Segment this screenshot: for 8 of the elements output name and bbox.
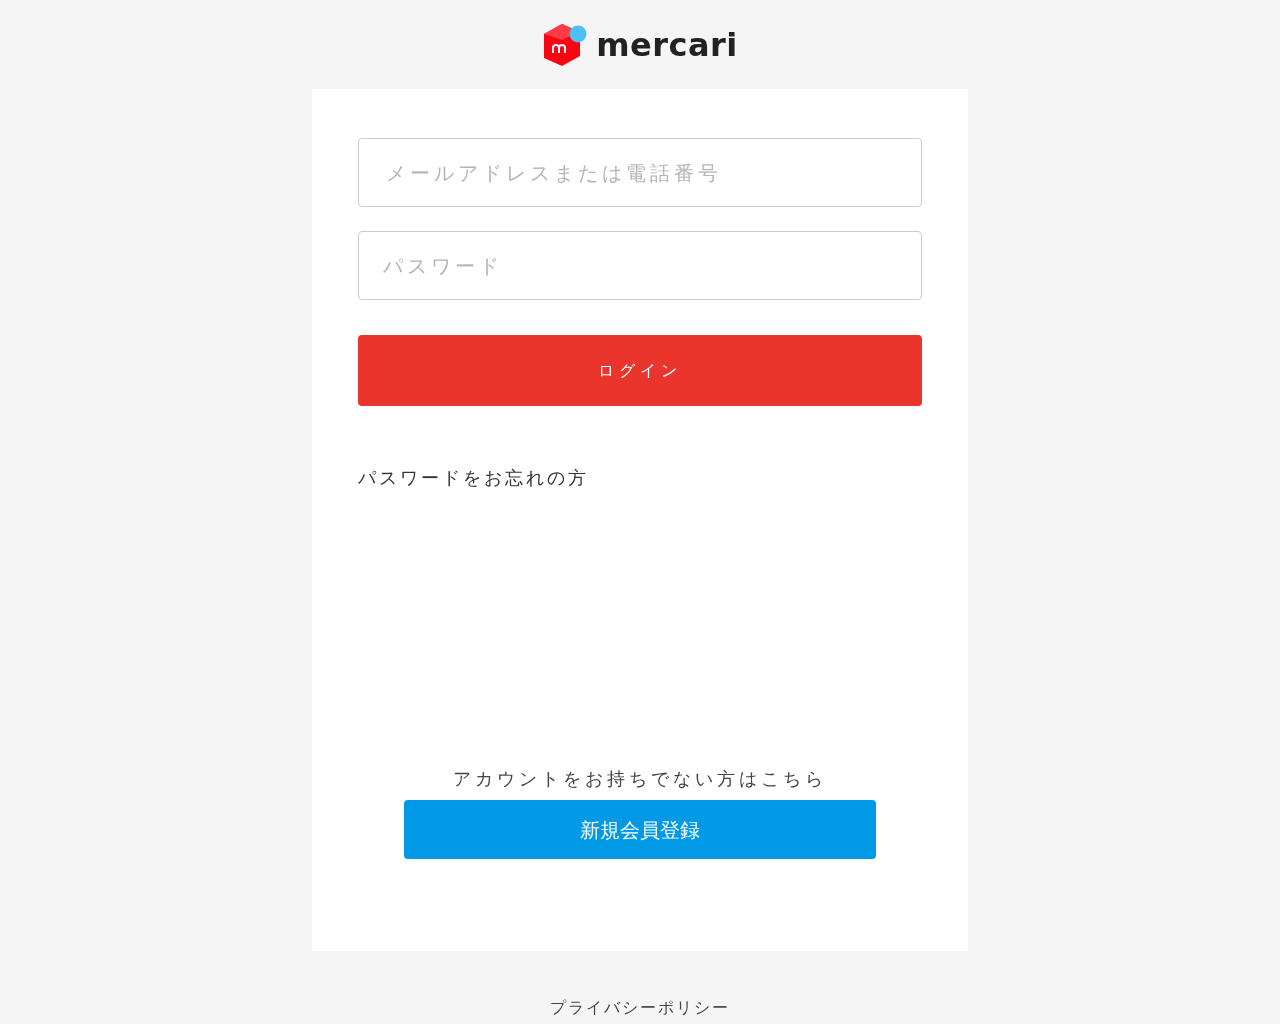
logo-text: mercari [596, 24, 738, 66]
logo-icon [542, 21, 589, 68]
signup-prompt: アカウントをお持ちでない方はこちら [453, 767, 827, 791]
privacy-policy-link[interactable]: プライバシーポリシー [550, 998, 730, 1017]
password-field[interactable]: パスワード [358, 231, 922, 300]
email-field[interactable]: メールアドレスまたは電話番号 [358, 138, 922, 207]
login-button[interactable]: ログイン [358, 335, 922, 406]
forgot-password-link[interactable]: パスワードをお忘れの方 [358, 467, 589, 488]
